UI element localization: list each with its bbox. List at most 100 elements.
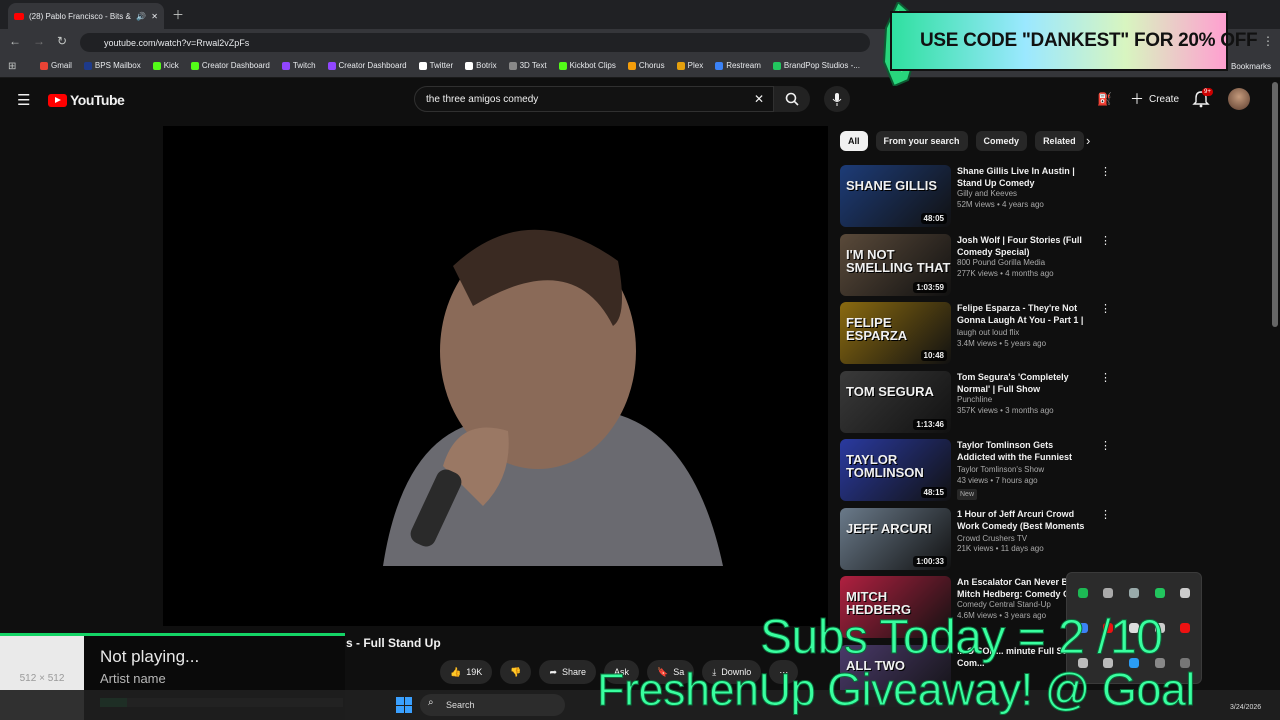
recommendation-item[interactable]: SHANE GILLIS 48:05 Shane Gillis Live In Au… xyxy=(840,165,1111,234)
video-duration: 1:00:33 xyxy=(913,555,947,567)
video-menu-icon[interactable]: ⋮ xyxy=(1100,234,1111,303)
recommendation-info: Felipe Esparza - They're Not Gonna Laugh… xyxy=(957,302,1090,371)
filter-chip[interactable]: From your search xyxy=(875,131,968,151)
video-menu-icon[interactable]: ⋮ xyxy=(1100,439,1111,508)
video-title-link[interactable]: Josh Wolf | Four Stories (Full Comedy Sp… xyxy=(957,234,1090,258)
bookmark-item[interactable]: Kickbot Clips xyxy=(558,61,616,70)
channel-name[interactable]: Punchline xyxy=(957,395,1090,406)
recommendation-item[interactable]: FELIPE ESPARZA 10:48 Felipe Esparza - They… xyxy=(840,302,1111,371)
bookmark-item[interactable]: BrandPop Studios -... xyxy=(772,61,860,70)
bookmark-item[interactable]: Twitch xyxy=(281,61,316,70)
video-menu-icon[interactable]: ⋮ xyxy=(1100,508,1111,577)
video-title-link[interactable]: 1 Hour of Jeff Arcuri Crowd Work Comedy … xyxy=(957,508,1090,534)
channel-name[interactable]: 800 Pound Gorilla Media xyxy=(957,258,1090,269)
url-field[interactable]: youtube.com/watch?v=Rrwal2vZpFs xyxy=(80,33,870,52)
now-playing-artist: Artist name xyxy=(100,671,166,686)
channel-name[interactable]: Crowd Crushers TV xyxy=(957,534,1090,545)
forward-icon[interactable]: → xyxy=(33,34,45,48)
video-title-link[interactable]: Felipe Esparza - They're Not Gonna Laugh… xyxy=(957,302,1090,328)
bookmark-item[interactable]: Botrix xyxy=(465,61,497,70)
tray-app-icon[interactable] xyxy=(1154,588,1165,599)
new-tab-icon[interactable]: ＋ xyxy=(172,6,184,23)
browser-tab[interactable]: (28) Pablo Francisco - Bits & 🔊 ✕ xyxy=(8,3,164,29)
youtube-logo-text: YouTube xyxy=(70,92,125,108)
chips-next-icon[interactable]: › xyxy=(1086,133,1090,148)
video-menu-icon[interactable]: ⋮ xyxy=(1100,165,1111,234)
bookmark-item[interactable]: 3D Text xyxy=(508,61,547,70)
recommendation-info: 1 Hour of Jeff Arcuri Crowd Work Comedy … xyxy=(957,508,1090,577)
video-duration: 48:05 xyxy=(920,213,947,224)
tray-app-icon[interactable] xyxy=(1103,588,1114,599)
bookmark-item[interactable]: Restream xyxy=(715,61,761,70)
hamburger-menu-icon[interactable]: ☰ xyxy=(17,91,30,109)
taskbar-search[interactable]: Search xyxy=(420,694,565,716)
video-title-link[interactable]: Taylor Tomlinson Gets Addicted with the … xyxy=(957,439,1090,465)
close-tab-icon[interactable]: ✕ xyxy=(151,12,158,21)
video-meta: 21K views • 11 days ago xyxy=(957,544,1044,554)
apps-grid-icon[interactable]: ⊞ xyxy=(8,61,16,72)
bookmark-label: Chorus xyxy=(638,61,665,70)
tray-app-icon[interactable] xyxy=(1180,622,1191,633)
bookmark-item[interactable]: Plex xyxy=(676,61,703,70)
create-label: Create xyxy=(1149,93,1180,105)
video-thumbnail[interactable]: SHANE GILLIS 48:05 xyxy=(840,165,951,227)
video-duration: 48:15 xyxy=(920,487,947,498)
video-menu-icon[interactable]: ⋮ xyxy=(1100,302,1111,371)
tray-app-icon[interactable] xyxy=(1180,588,1191,599)
bookmarks-folder[interactable]: Bookmarks xyxy=(1231,62,1271,71)
search-input[interactable]: the three amigos comedy xyxy=(414,86,774,112)
video-menu-icon[interactable]: ⋮ xyxy=(1100,371,1111,440)
bookmark-item[interactable]: Creator Dashboard xyxy=(190,61,270,70)
recommendation-item[interactable]: TOM SEGURA 1:13:46 Tom Segura's 'Completel… xyxy=(840,370,1111,440)
video-thumbnail[interactable]: TAYLOR TOMLINSON 48:15 xyxy=(840,439,951,501)
video-thumbnail[interactable]: TOM SEGURA 1:13:46 xyxy=(840,370,951,433)
bookmark-item[interactable]: Kick xyxy=(152,61,179,70)
video-thumbnail[interactable]: I'M NOT SMELLING THAT 1:03:59 xyxy=(840,233,951,296)
page-scrollbar[interactable] xyxy=(1272,82,1278,327)
bookmark-item[interactable]: BPS Mailbox xyxy=(83,61,141,70)
cast-icon[interactable]: ⛽ xyxy=(1097,92,1112,106)
plus-icon: ＋ xyxy=(1130,91,1144,107)
browser-menu-icon[interactable]: ⋮ xyxy=(1262,34,1274,48)
bookmark-favicon-icon xyxy=(83,61,92,70)
like-count: 19K xyxy=(466,667,483,677)
reload-icon[interactable]: ↻ xyxy=(57,34,67,48)
recommendation-item[interactable]: JEFF ARCURI 1:00:33 1 Hour of Jeff Arcuri … xyxy=(840,507,1111,577)
clear-search-icon[interactable]: ✕ xyxy=(754,92,764,106)
video-meta: 357K views • 3 months ago xyxy=(957,405,1054,415)
speaker-icon[interactable]: 🔊 xyxy=(136,12,146,21)
recommendation-item[interactable]: TAYLOR TOMLINSON 48:15 Taylor Tomlinson Ge… xyxy=(840,439,1111,508)
video-thumbnail[interactable]: FELIPE ESPARZA 10:48 xyxy=(840,302,951,364)
bookmark-favicon-icon xyxy=(715,61,724,70)
bookmark-item[interactable]: Gmail xyxy=(40,61,72,70)
account-avatar[interactable] xyxy=(1228,88,1250,110)
video-meta: 43 views • 7 hours ago xyxy=(957,475,1038,485)
windows-start-icon[interactable] xyxy=(396,697,412,713)
youtube-logo[interactable]: YouTube xyxy=(48,92,125,108)
video-title-link[interactable]: Tom Segura's 'Completely Normal' | Full … xyxy=(957,371,1090,395)
like-button[interactable]: 👍 19K xyxy=(440,660,493,684)
filter-chip[interactable]: All xyxy=(840,131,868,151)
back-icon[interactable]: ← xyxy=(9,34,21,48)
channel-name[interactable]: Taylor Tomlinson's Show xyxy=(957,465,1090,476)
video-player[interactable] xyxy=(163,126,828,626)
bookmark-item[interactable]: Twitter xyxy=(418,61,453,70)
tray-app-icon[interactable] xyxy=(1077,588,1088,599)
dislike-button[interactable]: 👎 xyxy=(500,660,532,684)
bookmark-item[interactable]: Chorus xyxy=(627,61,665,70)
filter-chip[interactable]: Comedy xyxy=(975,131,1028,151)
channel-name[interactable]: laugh out loud flix xyxy=(957,328,1090,339)
share-button[interactable]: ➦ Share xyxy=(539,660,597,684)
video-meta: 277K views • 4 months ago xyxy=(957,268,1054,278)
notification-badge: 9+ xyxy=(1202,88,1213,96)
video-thumbnail[interactable]: JEFF ARCURI 1:00:33 xyxy=(840,507,951,570)
recommendation-item[interactable]: I'M NOT SMELLING THAT 1:03:59 Josh Wolf | … xyxy=(840,233,1111,303)
filter-chip[interactable]: Related xyxy=(1035,131,1084,151)
bookmark-item[interactable]: Creator Dashboard xyxy=(327,61,407,70)
channel-name[interactable]: Gilly and Keeves xyxy=(957,189,1090,200)
voice-search-button[interactable] xyxy=(824,86,850,112)
video-title-link[interactable]: Shane Gillis Live In Austin | Stand Up C… xyxy=(957,165,1090,189)
create-button[interactable]: ＋ Create xyxy=(1124,88,1185,110)
search-button[interactable] xyxy=(774,86,810,112)
tray-app-icon[interactable] xyxy=(1128,588,1139,599)
